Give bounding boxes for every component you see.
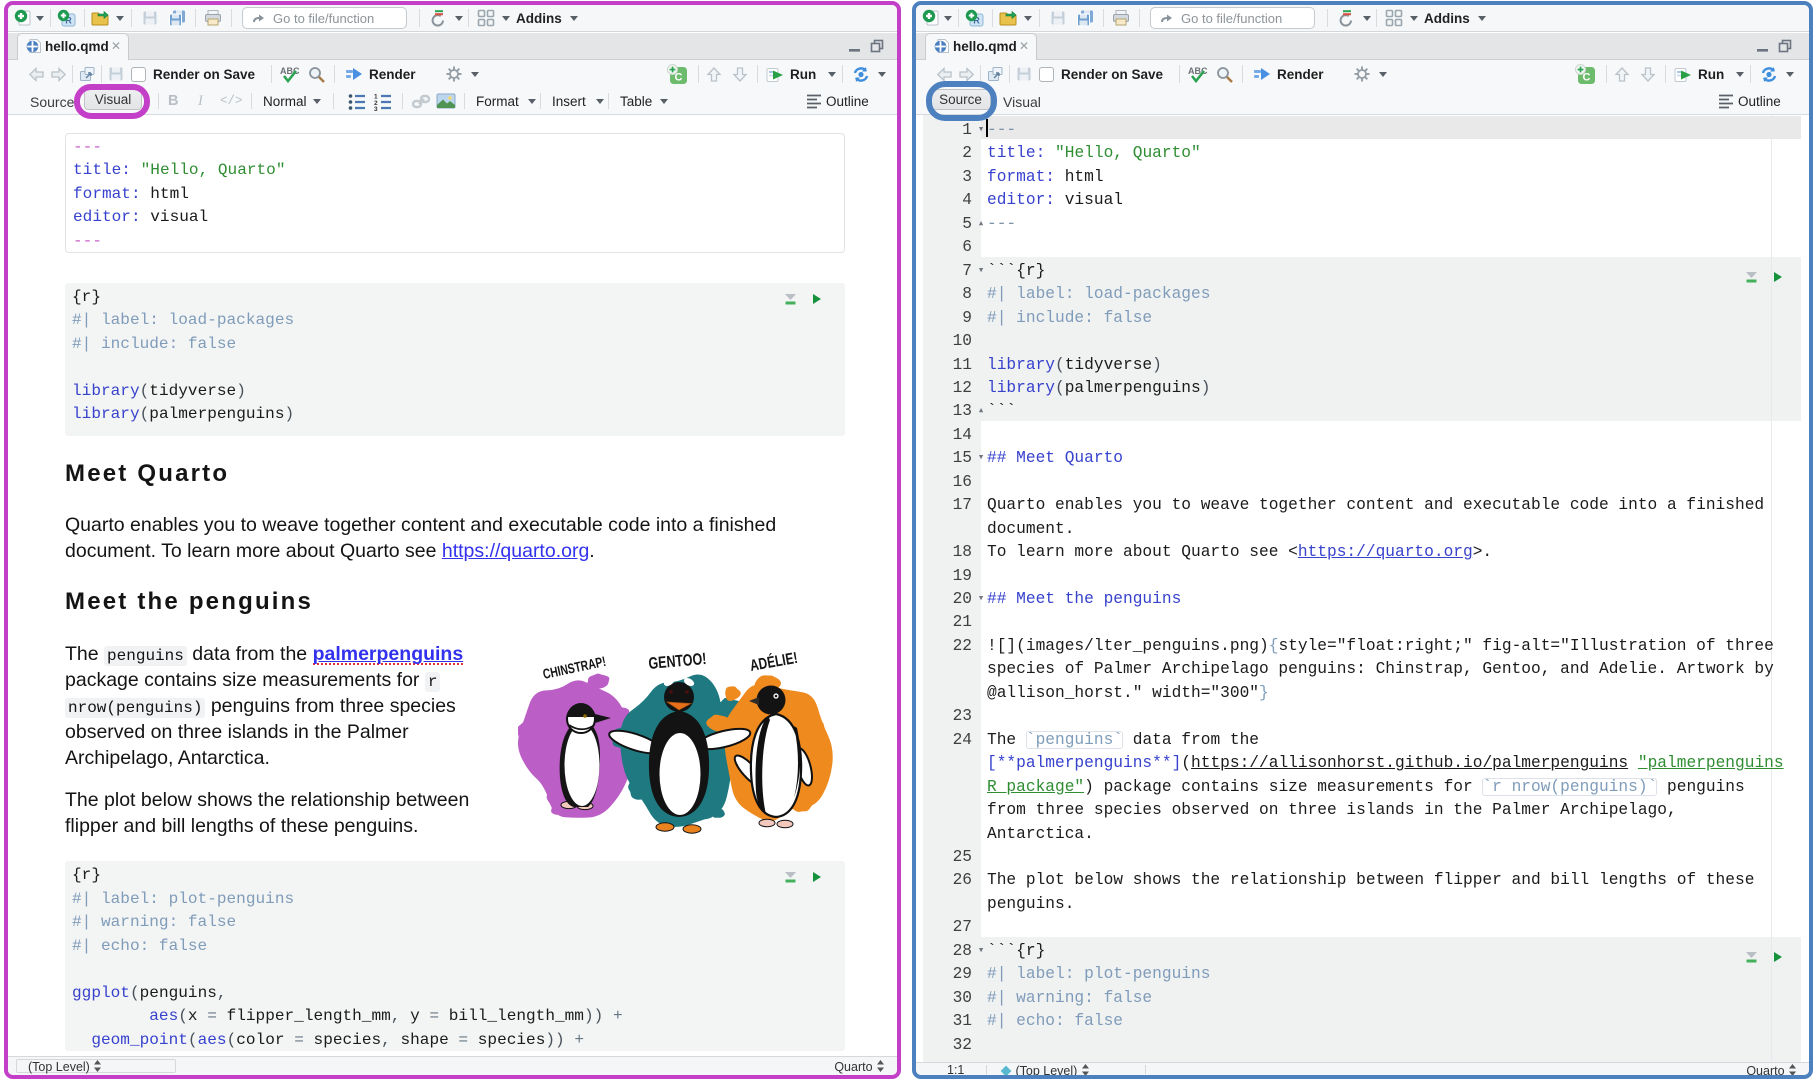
svg-text:ADÉLIE!: ADÉLIE! — [748, 648, 799, 675]
svg-text:ABC: ABC — [280, 66, 300, 76]
svg-text:ABC: ABC — [1188, 66, 1208, 76]
svg-text:GENTOO!: GENTOO! — [648, 650, 707, 673]
svg-text:3: 3 — [374, 106, 378, 111]
